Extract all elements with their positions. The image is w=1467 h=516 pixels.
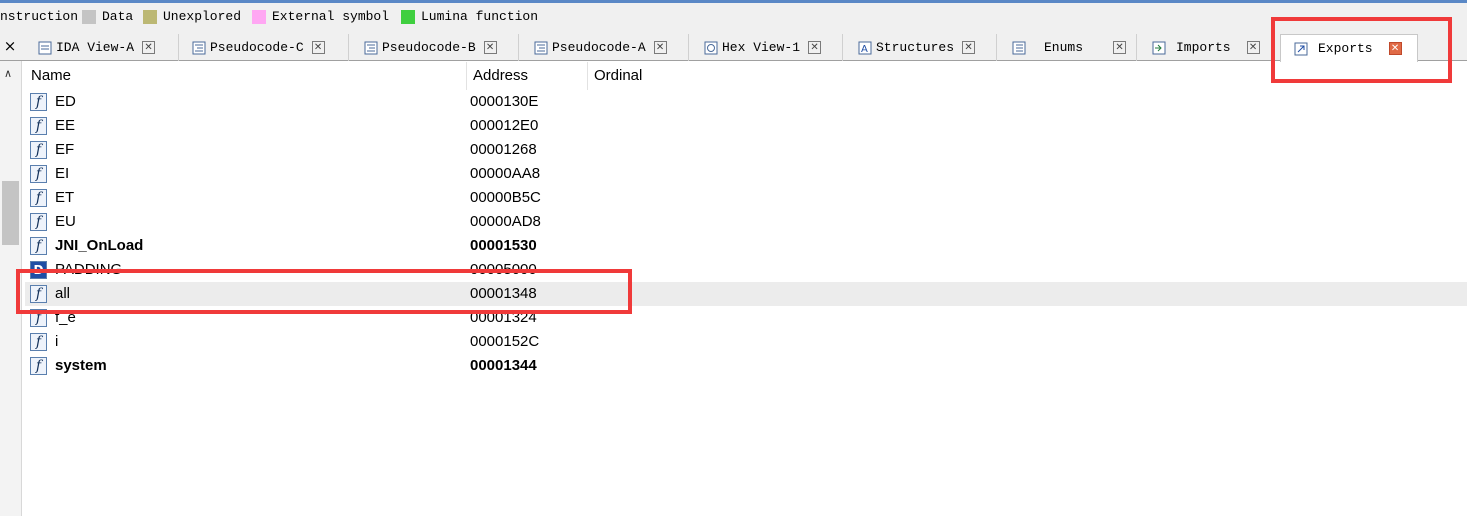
function-icon: f [30,189,47,207]
legend-label: Unexplored [163,9,242,24]
legend-label: External symbol [272,9,390,24]
close-tab-icon[interactable]: ✕ [483,41,497,54]
scrollbar-thumb[interactable] [2,181,19,245]
export-address: 00001344 [470,357,537,374]
export-name: system [55,357,107,374]
function-icon: f [30,165,47,183]
legend-instruction: nstruction [0,9,78,24]
tab-pseudocode-b[interactable]: Pseudocode-B ✕ [350,34,519,61]
function-icon: f [30,357,47,375]
unexplored-swatch [143,9,157,24]
tab-bar: × IDA View-A ✕ Pseudocode-C ✕ Pseudocode… [0,32,1467,62]
tab-label: Imports [1176,40,1231,55]
legend-label: Data [102,9,134,24]
close-tab-icon[interactable]: ✕ [653,41,667,54]
export-address: 0000152C [470,333,540,350]
table-row[interactable]: f ED 0000130E [25,90,1467,114]
table-row[interactable]: f system 00001344 [25,354,1467,378]
imports-icon [1152,41,1166,55]
tab-pseudocode-a[interactable]: Pseudocode-A ✕ [520,34,689,61]
export-name: ED [55,93,76,110]
export-name: JNI_OnLoad [55,237,144,254]
export-name: EE [55,117,76,134]
function-icon: f [30,117,47,135]
exports-table: f ED 0000130E f EE 000012E0 f EF 0000126… [25,90,1467,378]
export-name: EU [55,213,76,230]
table-row[interactable]: f EI 00000AA8 [25,162,1467,186]
tab-label: Structures [876,40,955,55]
export-name: ET [55,189,75,206]
export-name: i [55,333,59,350]
export-name: EF [55,141,75,158]
legend-lumina-function: Lumina function [401,9,538,24]
tab-label: Pseudocode-C [210,40,304,55]
close-tab-icon[interactable]: ✕ [808,41,822,54]
close-tab-icon[interactable]: ✕ [962,41,976,54]
legend-unexplored: Unexplored [143,9,241,24]
legend-external-symbol: External symbol [252,9,389,24]
selected-row-highlight [16,269,632,314]
pseudocode-icon [534,41,548,55]
export-address: 00001530 [470,237,537,254]
function-icon: f [30,93,47,111]
data-swatch [82,9,96,24]
tab-label: Pseudocode-A [552,40,646,55]
svg-text:A: A [861,44,868,55]
tab-ida-view-a[interactable]: IDA View-A ✕ [28,34,179,61]
close-tab-icon[interactable]: ✕ [1246,41,1260,54]
function-icon: f [30,237,47,255]
table-row[interactable]: f JNI_OnLoad 00001530 [25,234,1467,258]
legend-label: Lumina function [421,9,539,24]
column-header-name[interactable]: Name [25,62,467,90]
tab-imports[interactable]: Imports ✕ [1138,34,1275,61]
pseudocode-icon [192,41,206,55]
function-icon: f [30,333,47,351]
tab-label: IDA View-A [56,40,135,55]
export-address: 00000AD8 [470,213,541,230]
external-symbol-swatch [252,9,266,24]
function-icon: f [30,141,47,159]
exports-table-header: Name Address Ordinal [25,62,1467,90]
export-name: EI [55,165,70,182]
close-tab-icon[interactable]: ✕ [1113,41,1127,54]
table-row[interactable]: f EF 00001268 [25,138,1467,162]
export-address: 0000130E [470,93,539,110]
export-address: 000012E0 [470,117,539,134]
legend-data: Data [82,9,133,24]
column-header-address[interactable]: Address [467,62,588,90]
function-icon: f [30,213,47,231]
table-row[interactable]: f ET 00000B5C [25,186,1467,210]
tab-label: Pseudocode-B [382,40,476,55]
tab-pseudocode-c[interactable]: Pseudocode-C ✕ [180,34,349,61]
export-address: 00001268 [470,141,537,158]
ida-view-icon [38,41,52,55]
close-icon[interactable]: × [0,35,20,59]
table-row[interactable]: f i 0000152C [25,330,1467,354]
close-tab-icon[interactable]: ✕ [311,41,325,54]
tab-structures[interactable]: A Structures ✕ [844,34,997,61]
color-legend-bar: nstruction Data Unexplored External symb… [0,0,1467,32]
tab-label: Hex View-1 [722,40,801,55]
export-address: 00000AA8 [470,165,541,182]
table-row[interactable]: f EU 00000AD8 [25,210,1467,234]
exports-tab-highlight [1271,17,1452,83]
export-address: 00000B5C [470,189,541,206]
hex-view-icon [704,41,718,55]
structures-icon: A [858,41,872,55]
enums-icon [1012,41,1026,55]
legend-label: nstruction [0,9,79,24]
navigation-band [0,0,1467,3]
scroll-up-icon[interactable]: ∧ [4,67,12,80]
tab-hex-view-1[interactable]: Hex View-1 ✕ [690,34,843,61]
tab-label: Enums [1044,40,1084,55]
lumina-function-swatch [401,9,415,24]
tab-enums[interactable]: Enums ✕ [998,34,1137,61]
close-tab-icon[interactable]: ✕ [142,41,156,54]
pseudocode-icon [364,41,378,55]
table-row[interactable]: f EE 000012E0 [25,114,1467,138]
